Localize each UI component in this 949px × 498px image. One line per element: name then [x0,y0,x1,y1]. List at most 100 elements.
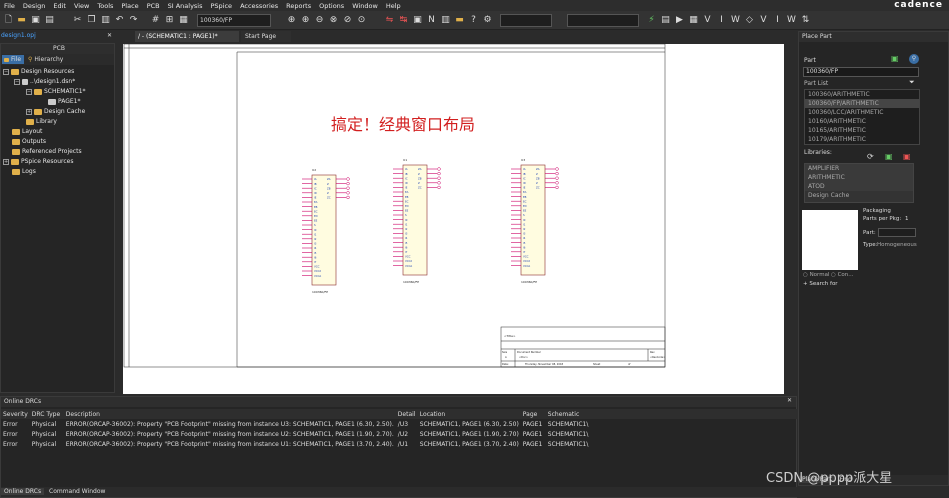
col-location[interactable]: Location [418,409,521,419]
open-icon[interactable]: ▬ [16,14,27,26]
menu-tools[interactable]: Tools [93,2,117,10]
library-item[interactable]: Design Cache [805,191,913,200]
part-input[interactable]: 100360/FP [803,67,919,77]
zoom-in-icon[interactable]: ⊕ [286,14,297,26]
save-icon[interactable]: ▣ [30,14,41,26]
table-row[interactable]: Error Physical ERROR(ORCAP-36002): Prope… [1,429,798,439]
tree-item-layout[interactable]: Layout [12,127,42,137]
expand-icon[interactable]: + [3,158,9,165]
tree-item-page1[interactable]: PAGE1* [48,97,81,107]
menu-window[interactable]: Window [348,2,382,10]
bias-w-icon[interactable]: W [786,14,797,26]
search-combo[interactable] [500,14,552,27]
part-list-item[interactable]: 10179/ARITHMETIC [805,135,919,144]
marker-icon[interactable]: ◇ [744,14,755,26]
power-marker-icon[interactable]: W [730,14,741,26]
tree-item-schematic1[interactable]: − SCHEMATIC1* [26,87,86,97]
tree-item-pspice-resources[interactable]: + PSpice Resources [3,157,73,167]
print-icon[interactable]: ▤ [44,14,55,26]
collapse-icon[interactable]: − [3,68,9,75]
new-icon[interactable]: 🗋 [3,14,14,26]
tree-item-outputs[interactable]: Outputs [12,137,46,147]
probe-icon[interactable]: ⇅ [800,14,811,26]
remove-library-icon[interactable]: ▣ [903,152,911,161]
close-icon[interactable]: ✕ [787,397,792,404]
col-detail[interactable]: Detail [396,409,418,419]
menu-file[interactable]: File [0,2,19,10]
pspice-edit-icon[interactable]: ▤ [660,14,671,26]
part-list[interactable]: 100360/ARITHMETIC 100360/FP/ARITHMETIC 1… [804,89,920,145]
pspice-run-icon[interactable]: ▶ [674,14,685,26]
drc-icon[interactable]: ⇋ [384,14,395,26]
filter-icon[interactable]: ⏷ [909,78,915,87]
tab-command-window[interactable]: Command Window [46,488,108,495]
part-u1[interactable]: U1100360/FPIAIBICIDIEEAEBECEDEESI0I1I2I3… [393,158,441,284]
table-row[interactable]: Error Physical ERROR(ORCAP-36002): Prope… [1,419,798,429]
grid-icon[interactable]: # [150,14,161,26]
library-item[interactable]: ATOD [805,182,913,191]
close-icon[interactable]: ✕ [107,31,112,41]
tab-start-page[interactable]: Start Page [241,31,291,42]
col-drc-type[interactable]: DRC Type [30,409,64,419]
tree-item-logs[interactable]: Logs [12,167,36,177]
col-severity[interactable]: Severity [1,409,30,419]
menu-help[interactable]: Help [382,2,405,10]
add-library-icon-2[interactable]: ▣ [885,152,893,161]
part-list-item[interactable]: 100360/LCC/ARITHMETIC [805,108,919,117]
tree-item-design-cache[interactable]: + Design Cache [26,107,85,117]
search-for-toggle[interactable]: + Search for [803,281,838,287]
zoom-all-icon[interactable]: ⊘ [342,14,353,26]
search-icon[interactable]: ⚲ [909,54,919,64]
col-page[interactable]: Page [521,409,546,419]
col-description[interactable]: Description [64,409,396,419]
bias-v-icon[interactable]: V [758,14,769,26]
part-combo[interactable]: 100360/FP [197,14,271,27]
library-list[interactable]: AMPLIFIER ARITHMETIC ATOD Design Cache [804,163,914,203]
pspice-view-icon[interactable]: ▦ [688,14,699,26]
expand-icon[interactable]: + [26,108,32,115]
menu-options[interactable]: Options [315,2,348,10]
annotate-icon[interactable]: ↹ [398,14,409,26]
menu-edit[interactable]: Edit [49,2,70,10]
back-annotate-icon[interactable]: ▣ [412,14,423,26]
copy-icon[interactable]: ❐ [86,14,97,26]
netlist-icon[interactable]: N [426,14,437,26]
zoom-fit-icon[interactable]: ⊗ [328,14,339,26]
col-schematic[interactable]: Schematic [546,409,798,419]
menu-pcb[interactable]: PCB [143,2,164,10]
part-u3[interactable]: U3100360/FPIAIBICIDIEEAEBECEDEESI0I1I2I3… [511,158,559,284]
menu-accessories[interactable]: Accessories [236,2,282,10]
voltage-marker-icon[interactable]: V [702,14,713,26]
menu-pspice[interactable]: PSpice [207,2,237,10]
menu-view[interactable]: View [70,2,93,10]
bom-icon[interactable]: ▦ [178,14,189,26]
menu-design[interactable]: Design [19,2,49,10]
collapse-icon[interactable]: − [26,88,32,95]
menu-place[interactable]: Place [117,2,142,10]
paste-icon[interactable]: ▥ [100,14,111,26]
table-row[interactable]: Error Physical ERROR(ORCAP-36002): Prope… [1,439,798,449]
normal-radio[interactable]: ○ Normal [803,272,829,278]
tab-file[interactable]: File [2,55,24,64]
undo-icon[interactable]: ↶ [114,14,125,26]
tools-icon[interactable]: ⚙ [482,14,493,26]
instance-combo[interactable] [567,14,639,27]
refresh-icon[interactable]: ⟳ [867,152,874,161]
convert-radio[interactable]: ○ Con... [831,272,854,278]
schematic-canvas[interactable]: <Title> Size A Document Number <Doc> Rev… [123,43,784,394]
cross-reference-icon[interactable]: ▥ [440,14,451,26]
tree-item-design-file[interactable]: − ..\design1.dsn* [14,77,75,87]
part-u2[interactable]: U2100360/FPIAIBICIDIEEAEBECEDEESI0I1I2I3… [302,168,350,294]
menu-si-analysis[interactable]: SI Analysis [164,2,207,10]
library-item[interactable]: AMPLIFIER [805,164,913,173]
menu-reports[interactable]: Reports [282,2,315,10]
tab-schematic-page[interactable]: / - (SCHEMATIC1 : PAGE1)* [135,31,239,42]
part-number-select[interactable] [878,228,916,237]
pspice-new-icon[interactable]: ⚡ [646,14,657,26]
part-list-item-selected[interactable]: 100360/FP/ARITHMETIC [805,99,919,108]
current-marker-icon[interactable]: I [716,14,727,26]
cut-icon[interactable]: ✂ [72,14,83,26]
redo-icon[interactable]: ↷ [128,14,139,26]
zoom-out-icon[interactable]: ⊖ [314,14,325,26]
tree-item-referenced-projects[interactable]: Referenced Projects [12,147,82,157]
